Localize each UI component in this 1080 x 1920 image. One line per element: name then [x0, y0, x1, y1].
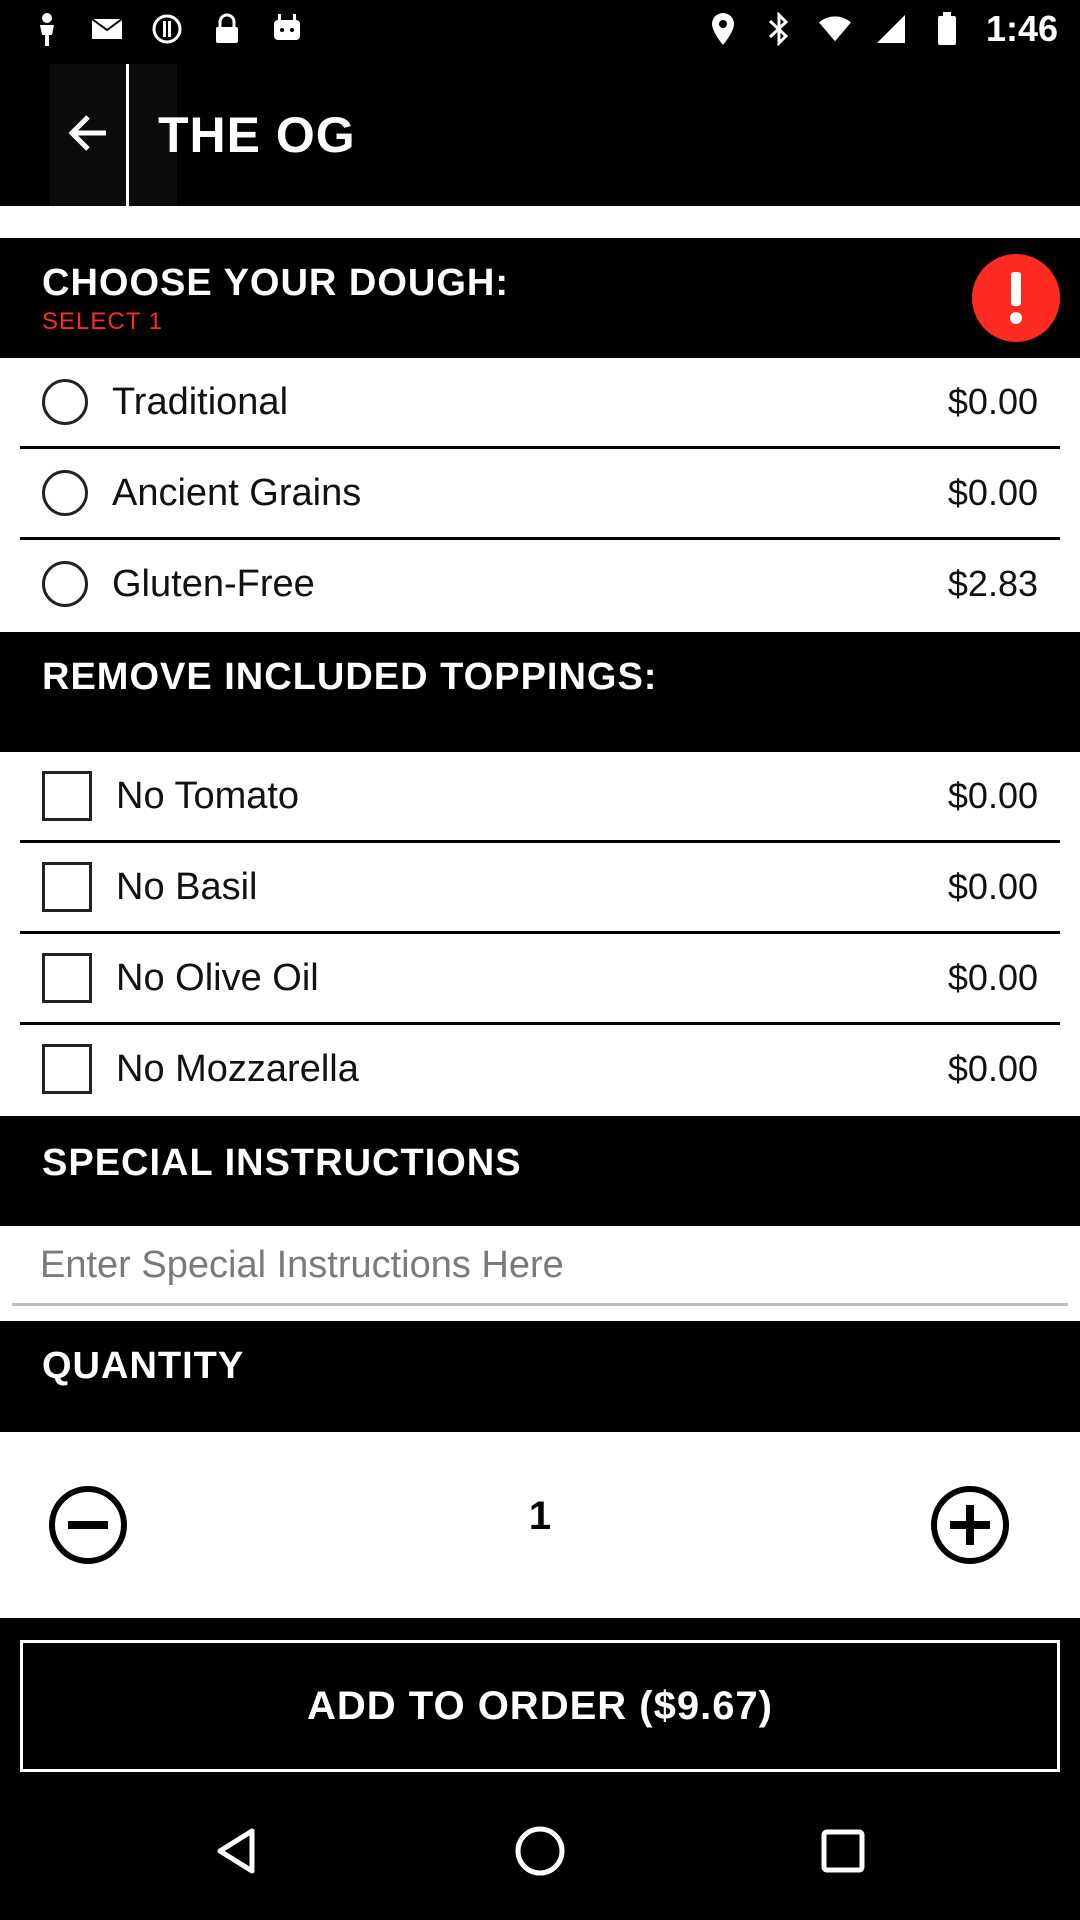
toppings-section-header: REMOVE INCLUDED TOPPINGS: [0, 632, 1080, 752]
android-icon [270, 12, 304, 46]
add-to-order-button[interactable]: ADD TO ORDER ($9.67) [20, 1640, 1060, 1772]
radio-button[interactable] [42, 379, 88, 425]
dough-option-ancient-grains[interactable]: Ancient Grains $0.00 [20, 449, 1060, 540]
topping-option-no-basil[interactable]: No Basil $0.00 [20, 843, 1060, 934]
option-label: Traditional [112, 380, 289, 423]
lock-icon [210, 12, 244, 46]
option-label: Ancient Grains [112, 471, 362, 514]
back-button[interactable] [50, 64, 126, 206]
required-alert-icon[interactable] [972, 254, 1060, 342]
status-time: 1:46 [985, 8, 1058, 49]
circle-alert-icon [150, 12, 184, 46]
nav-home-button[interactable] [505, 1818, 575, 1888]
dough-section-header: CHOOSE YOUR DOUGH: SELECT 1 [0, 238, 1080, 358]
dough-option-traditional[interactable]: Traditional $0.00 [20, 358, 1060, 449]
instructions-section-header: SPECIAL INSTRUCTIONS [0, 1116, 1080, 1226]
radio-button[interactable] [42, 561, 88, 607]
wifi-icon [818, 12, 852, 46]
option-label: No Olive Oil [116, 956, 319, 999]
option-price: $0.00 [947, 957, 1038, 998]
topping-option-no-olive-oil[interactable]: No Olive Oil $0.00 [20, 934, 1060, 1025]
footer-area: ADD TO ORDER ($9.67) [0, 1618, 1080, 1784]
app-bar: THE OG [0, 64, 1080, 206]
option-price: $0.00 [947, 1048, 1038, 1089]
quantity-stepper: 1 [0, 1432, 1080, 1618]
option-price: $0.00 [947, 775, 1038, 816]
dough-section-title: CHOOSE YOUR DOUGH: [42, 262, 510, 304]
arrow-left-icon [66, 113, 110, 158]
checkbox[interactable] [42, 862, 92, 912]
signal-icon [874, 12, 908, 46]
radio-button[interactable] [42, 470, 88, 516]
quantity-value: 1 [528, 1494, 552, 1538]
quantity-section-header: QUANTITY [0, 1321, 1080, 1432]
minus-circle-icon [48, 1486, 128, 1569]
option-label: Gluten-Free [112, 562, 315, 605]
status-bar: 1:46 [0, 0, 1080, 64]
toppings-section-title: REMOVE INCLUDED TOPPINGS: [42, 656, 658, 698]
person-icon [30, 12, 64, 46]
system-nav-bar [0, 1784, 1080, 1920]
topping-option-no-tomato[interactable]: No Tomato $0.00 [20, 752, 1060, 843]
top-strip [0, 206, 1080, 238]
nav-back-button[interactable] [202, 1818, 272, 1888]
option-price: $0.00 [947, 472, 1038, 513]
battery-icon [930, 12, 964, 46]
nav-recents-button[interactable] [808, 1818, 878, 1888]
location-icon [706, 12, 740, 46]
option-label: No Basil [116, 865, 258, 908]
mail-icon [90, 12, 124, 46]
quantity-section-title: QUANTITY [42, 1345, 245, 1387]
plus-circle-icon [930, 1486, 1010, 1569]
checkbox[interactable] [42, 771, 92, 821]
special-instructions-input[interactable] [12, 1228, 1068, 1306]
option-price: $0.00 [947, 381, 1038, 422]
option-label: No Mozzarella [116, 1047, 359, 1090]
circle-home-icon [513, 1824, 567, 1883]
square-recents-icon [818, 1826, 868, 1881]
triangle-back-icon [212, 1826, 262, 1881]
bluetooth-icon [762, 12, 796, 46]
checkbox[interactable] [42, 953, 92, 1003]
option-price: $2.83 [947, 563, 1038, 604]
increase-quantity-button[interactable] [930, 1485, 1010, 1565]
dough-select-hint: SELECT 1 [42, 308, 163, 335]
instructions-section-title: SPECIAL INSTRUCTIONS [42, 1142, 522, 1184]
page-title: THE OG [158, 107, 356, 163]
option-label: No Tomato [116, 774, 300, 817]
topping-option-no-mozzarella[interactable]: No Mozzarella $0.00 [20, 1025, 1060, 1113]
checkbox[interactable] [42, 1044, 92, 1094]
option-price: $0.00 [947, 866, 1038, 907]
dough-option-gluten-free[interactable]: Gluten-Free $2.83 [20, 540, 1060, 628]
